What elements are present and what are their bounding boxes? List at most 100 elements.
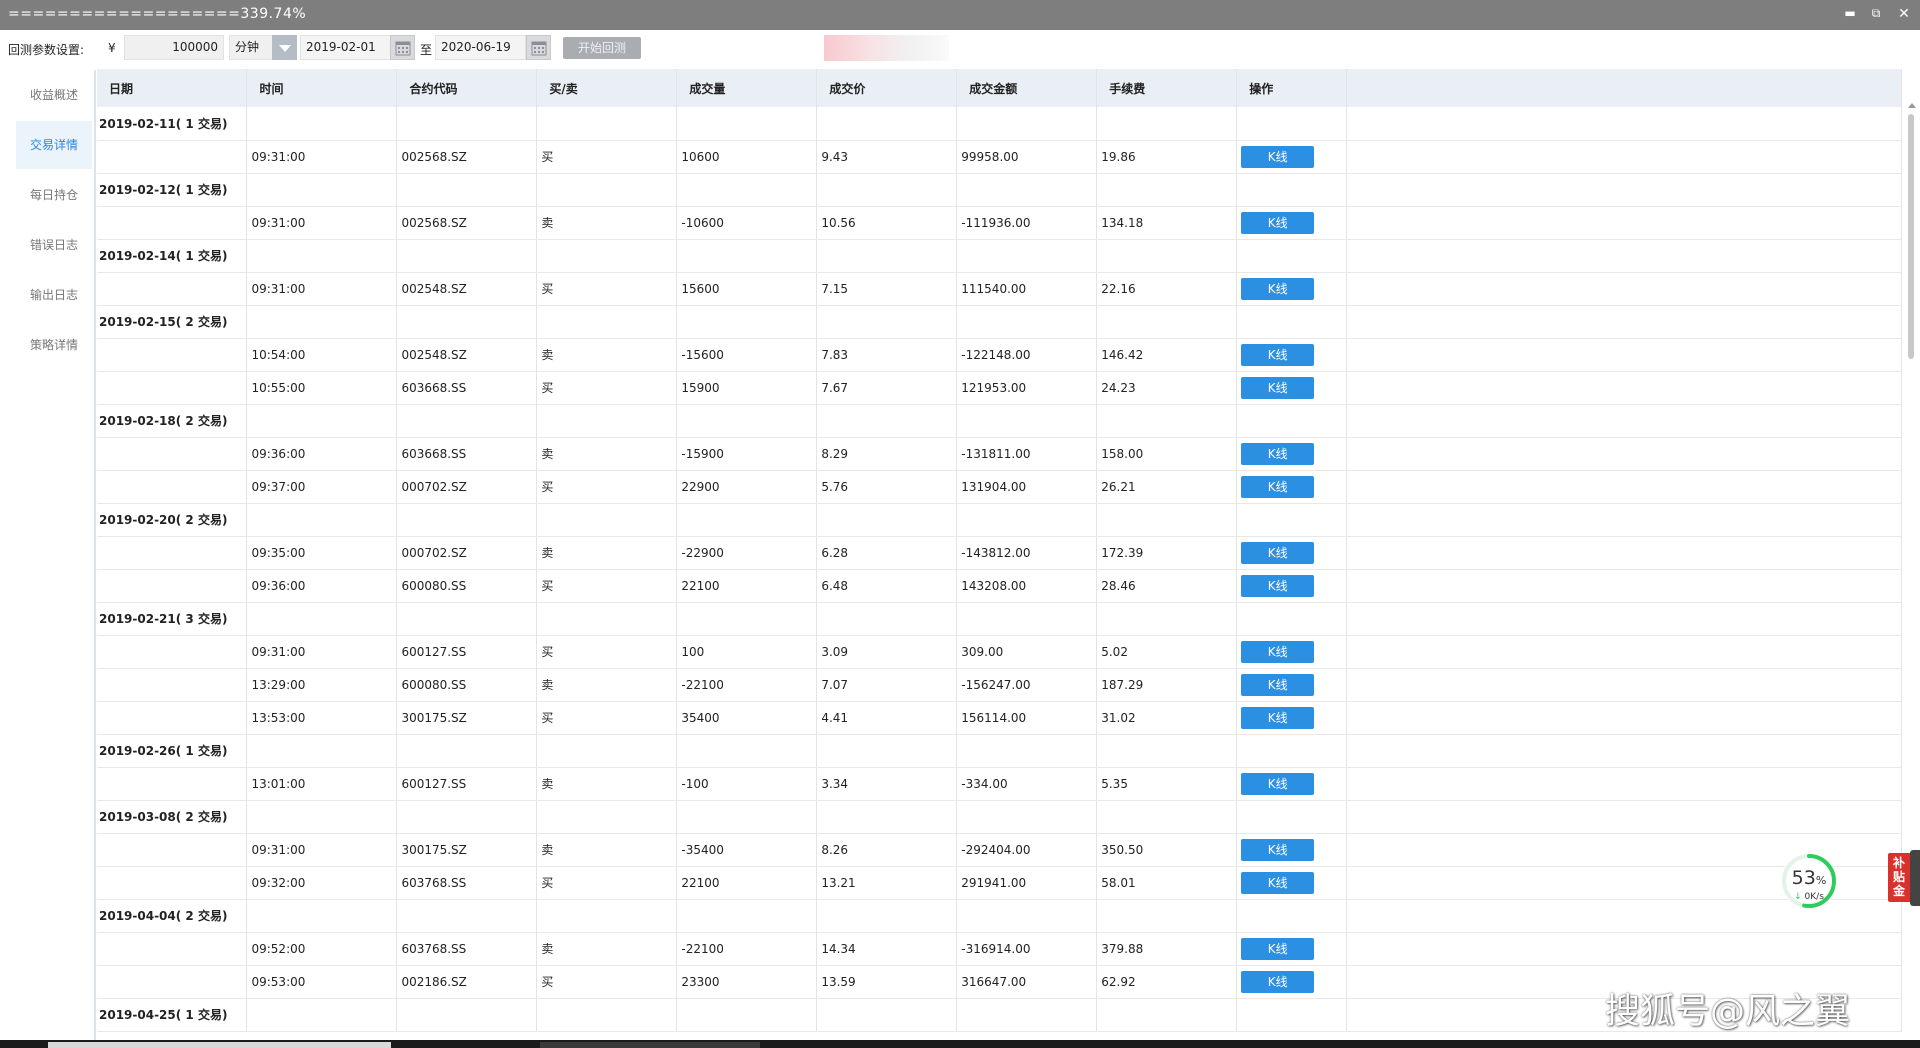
- trade-volume: -22100: [676, 668, 818, 702]
- float-handle[interactable]: [1910, 850, 1920, 906]
- period-select[interactable]: 分钟: [229, 35, 273, 60]
- trade-side: 买: [536, 569, 678, 603]
- sidebar-item[interactable]: 每日持仓: [16, 171, 92, 219]
- action-cell: K线: [1236, 140, 1348, 174]
- empty-cell: [816, 734, 958, 768]
- trade-amount: 121953.00: [956, 371, 1098, 405]
- kline-button[interactable]: K线: [1241, 838, 1315, 861]
- sidebar-item[interactable]: 交易详情: [16, 121, 92, 169]
- kline-button[interactable]: K线: [1241, 211, 1315, 234]
- trade-table-container[interactable]: 日期 时间 合约代码 买/卖 成交量 成交价 成交金额 手续费 操作 2019-02-11( 1…: [97, 69, 1902, 1037]
- trade-side: 买: [536, 866, 678, 900]
- capital-input[interactable]: 100000: [124, 35, 224, 60]
- minimize-icon[interactable]: ▬: [1840, 6, 1860, 24]
- trade-side: 买: [536, 140, 678, 174]
- trade-amount: -292404.00: [956, 833, 1098, 867]
- trade-fee: 31.02: [1096, 701, 1238, 735]
- kline-button[interactable]: K线: [1241, 937, 1315, 960]
- empty-cell: [396, 602, 538, 636]
- chevron-down-icon[interactable]: [272, 35, 297, 60]
- trade-time: 10:54:00: [246, 338, 398, 372]
- kline-button[interactable]: K线: [1241, 673, 1315, 696]
- end-date-input[interactable]: 2020-06-19: [435, 35, 526, 60]
- kline-button[interactable]: K线: [1241, 871, 1315, 894]
- kline-button[interactable]: K线: [1241, 574, 1315, 597]
- kline-button[interactable]: K线: [1241, 541, 1315, 564]
- column-header[interactable]: 日期: [97, 69, 248, 107]
- kline-button[interactable]: K线: [1241, 343, 1315, 366]
- column-header[interactable]: 成交量: [676, 69, 818, 107]
- trade-time: 09:35:00: [246, 536, 398, 570]
- empty-cell: [396, 503, 538, 537]
- action-cell: K线: [1236, 272, 1348, 306]
- empty-cell: [1096, 998, 1238, 1032]
- close-icon[interactable]: ✕: [1894, 6, 1914, 24]
- action-cell: K线: [1236, 635, 1348, 669]
- calendar-icon[interactable]: [526, 35, 551, 60]
- column-header[interactable]: 操作: [1236, 69, 1348, 107]
- trade-time: 13:53:00: [246, 701, 398, 735]
- trade-amount: 291941.00: [956, 866, 1098, 900]
- date-group-row: 2019-02-21( 3 交易): [97, 602, 1902, 636]
- kline-button[interactable]: K线: [1241, 145, 1315, 168]
- empty-cell: [97, 536, 248, 570]
- empty-cell: [1346, 272, 1902, 306]
- column-header[interactable]: 时间: [246, 69, 398, 107]
- action-cell: K线: [1236, 536, 1348, 570]
- trade-volume: 22900: [676, 470, 818, 504]
- calendar-icon[interactable]: [390, 35, 415, 60]
- empty-cell: [1346, 470, 1902, 504]
- table-header: 日期 时间 合约代码 买/卖 成交量 成交价 成交金额 手续费 操作: [97, 69, 1902, 107]
- group-date: 2019-02-18( 2 交易): [97, 404, 248, 438]
- column-header[interactable]: 手续费: [1096, 69, 1238, 107]
- column-header[interactable]: 买/卖: [536, 69, 678, 107]
- trade-price: 5.76: [816, 470, 958, 504]
- kline-button[interactable]: K线: [1241, 442, 1315, 465]
- kline-button[interactable]: K线: [1241, 640, 1315, 663]
- subsidy-badge[interactable]: 补贴金: [1888, 853, 1910, 902]
- date-group-row: 2019-02-15( 2 交易): [97, 305, 1902, 339]
- start-backtest-button[interactable]: 开始回测: [563, 37, 641, 59]
- kline-button[interactable]: K线: [1241, 706, 1315, 729]
- start-date-input[interactable]: 2019-02-01: [300, 35, 391, 60]
- kline-button[interactable]: K线: [1241, 376, 1315, 399]
- empty-cell: [676, 239, 818, 273]
- kline-button[interactable]: K线: [1241, 970, 1315, 993]
- scrollbar-thumb[interactable]: [1908, 114, 1914, 359]
- sidebar-item[interactable]: 输出日志: [16, 271, 92, 319]
- date-group-row: 2019-02-18( 2 交易): [97, 404, 1902, 438]
- scroll-up-icon[interactable]: [1908, 103, 1916, 108]
- empty-cell: [536, 602, 678, 636]
- kline-button[interactable]: K线: [1241, 772, 1315, 795]
- empty-cell: [956, 305, 1098, 339]
- empty-cell: [816, 305, 958, 339]
- sidebar-item[interactable]: 策略详情: [16, 321, 92, 369]
- action-cell: K线: [1236, 338, 1348, 372]
- sidebar-item[interactable]: 错误日志: [16, 221, 92, 269]
- restore-icon[interactable]: ⧉: [1866, 6, 1886, 24]
- taskbar-item[interactable]: [48, 1042, 391, 1048]
- sidebar-item[interactable]: 收益概述: [16, 71, 92, 119]
- trade-price: 7.83: [816, 338, 958, 372]
- empty-cell: [676, 305, 818, 339]
- empty-cell: [1096, 734, 1238, 768]
- empty-cell: [1096, 800, 1238, 834]
- trade-price: 3.34: [816, 767, 958, 801]
- empty-cell: [1096, 404, 1238, 438]
- blurred-region: [824, 35, 949, 61]
- empty-cell: [1346, 437, 1902, 471]
- empty-cell: [1096, 239, 1238, 273]
- column-header[interactable]: 成交金额: [956, 69, 1098, 107]
- empty-cell: [1346, 602, 1902, 636]
- empty-cell: [396, 107, 538, 141]
- column-header[interactable]: 合约代码: [396, 69, 538, 107]
- empty-cell: [676, 602, 818, 636]
- taskbar-item[interactable]: [540, 1042, 760, 1048]
- empty-cell: [97, 272, 248, 306]
- empty-cell: [246, 800, 398, 834]
- kline-button[interactable]: K线: [1241, 277, 1315, 300]
- kline-button[interactable]: K线: [1241, 475, 1315, 498]
- trade-time: 09:37:00: [246, 470, 398, 504]
- column-header[interactable]: 成交价: [816, 69, 958, 107]
- date-group-row: 2019-02-14( 1 交易): [97, 239, 1902, 273]
